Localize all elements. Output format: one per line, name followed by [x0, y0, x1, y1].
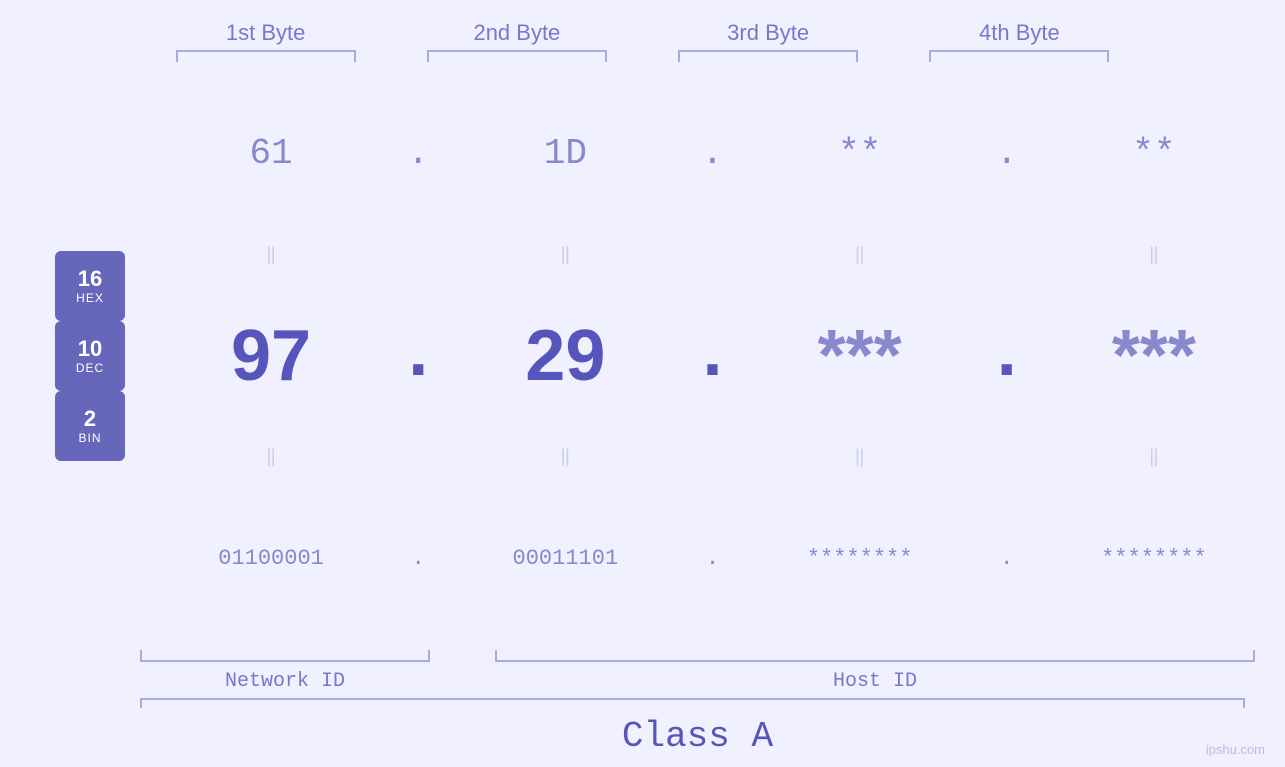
dec-dot-1: . — [393, 315, 443, 397]
top-brackets — [0, 50, 1285, 62]
bracket-2 — [427, 50, 607, 62]
network-id-label: Network ID — [140, 670, 430, 693]
hex-dot-3: . — [982, 133, 1032, 174]
bottom-bracket-section: Network ID Host ID — [0, 650, 1285, 693]
bin-dot-2: . — [687, 546, 737, 571]
bin-val-3: ******** — [760, 546, 960, 571]
bin-val-1: 01100001 — [171, 546, 371, 571]
bin-row: 01100001 . 00011101 . ******** . — [160, 472, 1265, 645]
badge-bin-label: BIN — [78, 431, 101, 445]
byte-header-3: 3rd Byte — [668, 20, 868, 46]
dec-val-3: *** — [760, 315, 960, 397]
bin-dot-3: . — [982, 546, 1032, 571]
hex-val-2: 1D — [465, 133, 665, 174]
dec-val-2: 29 — [465, 315, 665, 397]
dec-val-4: *** — [1054, 315, 1254, 397]
badge-hex-num: 16 — [78, 267, 102, 291]
badge-bin-num: 2 — [84, 407, 96, 431]
hex-dot-1: . — [393, 133, 443, 174]
network-id-bracket — [140, 650, 430, 662]
bin-val-2: 00011101 — [465, 546, 665, 571]
dec-row: 97 . 29 . *** . *** — [160, 270, 1265, 443]
badges-column: 16 HEX 10 DEC 2 BIN — [30, 241, 150, 471]
badge-dec-num: 10 — [78, 337, 102, 361]
class-top-bracket — [140, 698, 1245, 708]
hex-val-3: ** — [760, 133, 960, 174]
bracket-3 — [678, 50, 858, 62]
byte-headers-row: 1st Byte 2nd Byte 3rd Byte 4th Byte — [0, 20, 1285, 46]
dec-dot-3: . — [982, 315, 1032, 397]
hex-row: 61 . 1D . ** . ** — [160, 67, 1265, 240]
hex-dot-2: . — [687, 133, 737, 174]
equals-divider-1: ‖ ‖ ‖ ‖ — [160, 240, 1265, 270]
dec-dot-2: . — [687, 315, 737, 397]
hex-val-1: 61 — [171, 133, 371, 174]
main-container: 1st Byte 2nd Byte 3rd Byte 4th Byte 16 H… — [0, 0, 1285, 767]
badge-hex: 16 HEX — [55, 251, 125, 321]
host-id-label: Host ID — [495, 670, 1255, 693]
bracket-1 — [176, 50, 356, 62]
class-section: Class A — [0, 698, 1285, 767]
hex-val-4: ** — [1054, 133, 1254, 174]
host-id-bracket — [495, 650, 1255, 662]
badge-dec: 10 DEC — [55, 321, 125, 391]
byte-header-1: 1st Byte — [166, 20, 366, 46]
badge-dec-label: DEC — [76, 361, 104, 375]
badge-bin: 2 BIN — [55, 391, 125, 461]
byte-header-2: 2nd Byte — [417, 20, 617, 46]
class-label: Class A — [140, 716, 1255, 767]
bottom-bracket-row — [140, 650, 1255, 662]
equals-divider-2: ‖ ‖ ‖ ‖ — [160, 442, 1265, 472]
watermark: ipshu.com — [1206, 742, 1265, 757]
byte-header-4: 4th Byte — [919, 20, 1119, 46]
badge-hex-label: HEX — [76, 291, 104, 305]
id-labels-row: Network ID Host ID — [140, 670, 1255, 693]
bin-dot-1: . — [393, 546, 443, 571]
dec-val-1: 97 — [171, 315, 371, 397]
bin-val-4: ******** — [1054, 546, 1254, 571]
bracket-4 — [929, 50, 1109, 62]
